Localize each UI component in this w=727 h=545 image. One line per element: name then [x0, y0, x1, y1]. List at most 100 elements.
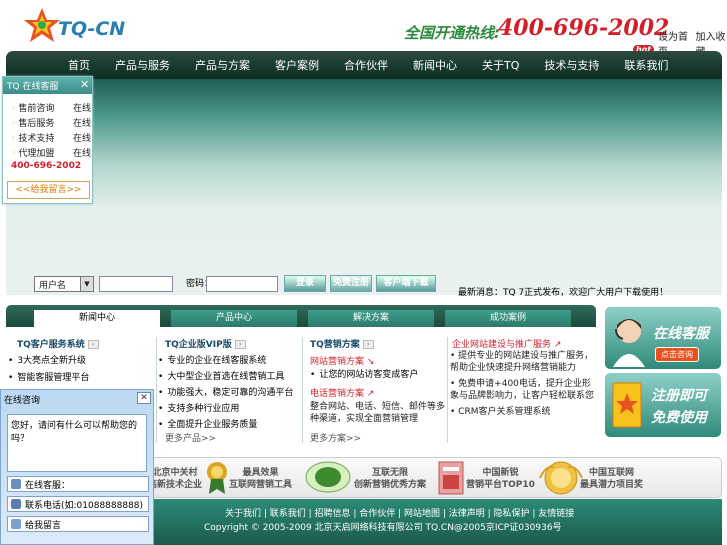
service-row[interactable]: ◦ 技术支持 在线	[11, 131, 91, 144]
chat-row-label: 在线客服：	[25, 480, 71, 491]
arrow-up-right-icon: ↗	[366, 389, 375, 399]
col3-title[interactable]: TQ营销方案 ›	[310, 337, 374, 350]
password-input[interactable]	[206, 276, 278, 292]
login-button[interactable]: 登录	[284, 275, 326, 292]
hotline-number: 400-696-2002	[498, 15, 670, 41]
list-item[interactable]: 智能客服管理平台	[8, 370, 148, 387]
col3-line1-text: 让您的网站访客变成客户	[319, 370, 419, 380]
nav-item-support[interactable]: 技术与支持	[544, 57, 599, 73]
nav-item-cases[interactable]: 客户案例	[275, 57, 319, 73]
status-dot-icon: ◦	[11, 134, 17, 144]
chat-row-label: 给我留言	[25, 520, 62, 531]
list-item-text: CRM客户关系管理系统	[458, 407, 551, 417]
news-ticker[interactable]: 最新消息：TQ 7正式发布，欢迎广大用户下载使用！	[458, 285, 668, 298]
tab-products[interactable]: 产品中心	[171, 310, 297, 327]
more-icon[interactable]: ›	[234, 340, 246, 349]
download-client-button[interactable]: 客户端下载	[376, 275, 436, 292]
nav-item-home[interactable]: 首页	[68, 57, 90, 73]
status-dot-icon: ◦	[11, 104, 17, 114]
leave-message-button[interactable]: <<给我留言>>	[7, 181, 90, 199]
online-service-title: TQ 在线客服	[3, 77, 92, 94]
username-input[interactable]	[99, 276, 173, 292]
banner	[6, 79, 722, 295]
list-item[interactable]: • 提供专业的网站建设与推广服务，帮助企业快速提升网络营销能力	[450, 350, 595, 374]
col1-title-text: TQ客户服务系统	[17, 340, 85, 350]
col2-title-text: TQ企业版VIP版	[165, 340, 232, 350]
award-seal-icon	[305, 461, 351, 496]
status-dot-icon: ◦	[11, 119, 17, 129]
footer-links[interactable]: 关于我们 | 联系我们 | 招聘信息 | 合作伙伴 | 网站地图 | 法律声明 …	[225, 506, 574, 519]
close-icon[interactable]: ✕	[137, 392, 151, 404]
col3-more-link[interactable]: 更多方案>>	[310, 431, 361, 444]
more-icon[interactable]: ›	[87, 340, 99, 349]
service-phone: 400-696-2002	[11, 161, 82, 171]
col4-title[interactable]: 企业网站建设与推广服务 ↗	[452, 337, 561, 350]
online-service-ad[interactable]: 在线客服 点击咨询	[605, 307, 721, 369]
col3-line2[interactable]: 整合网站、电话、短信、邮件等多种渠道，实现全面营销管理	[310, 401, 450, 425]
col3-line1[interactable]: 让您的网站访客变成客户	[310, 367, 450, 384]
chat-name-field[interactable]: 在线客服：	[7, 476, 149, 492]
list-item-text: 免费申请+400电话，提升企业形象与品牌影响力，让客户轻松联系您	[450, 379, 595, 401]
award-line: 最具效果	[242, 468, 279, 478]
login-type-value: 用户名	[39, 280, 67, 291]
service-row[interactable]: ◦ 售后服务 在线	[11, 116, 91, 129]
col4-list: • 提供专业的网站建设与推广服务，帮助企业快速提升网络营销能力 • 免费申请+4…	[450, 350, 595, 418]
col2-list: 专业的企业在线客服系统 大中型企业首选在线营销工具 功能强大，稳定可靠的沟通平台…	[158, 353, 300, 433]
nav-item-partners[interactable]: 合作伙伴	[344, 57, 388, 73]
hotline-label: 全国开通热线:	[404, 24, 500, 42]
list-item[interactable]: • 免费申请+400电话，提升企业形象与品牌影响力，让客户轻松联系您	[450, 378, 595, 402]
col1-title[interactable]: TQ客户服务系统 ›	[17, 337, 99, 350]
award-3: 互联无限创新营销优秀方案	[354, 467, 426, 491]
award-line: 中国互联网	[589, 468, 635, 478]
register-ad[interactable]: 注册即可 免费使用	[605, 373, 721, 437]
list-item[interactable]: 支持多种行业应用	[158, 401, 300, 417]
nav-item-contact[interactable]: 联系我们	[624, 57, 668, 73]
award-line: 互联无限	[372, 468, 409, 478]
nav-item-news[interactable]: 新闻中心	[413, 57, 457, 73]
award-line: 创新营销优秀方案	[354, 480, 427, 490]
award-5: 中国互联网 最具潜力项目奖	[580, 467, 643, 491]
award-line: 中国新锐	[482, 468, 519, 478]
main-nav: 首页 产品与服务 产品与方案 客户案例 合作伙伴 新闻中心 关于TQ 技术与支持…	[6, 51, 722, 79]
tab-solutions[interactable]: 解决方案	[308, 310, 434, 327]
award-line: 互联网营销工具	[229, 480, 293, 490]
tab-news[interactable]: 新闻中心	[34, 310, 160, 327]
service-row[interactable]: ◦ 代理加盟 在线	[11, 146, 91, 159]
register-ad-title1: 注册即可	[651, 388, 707, 404]
consult-button[interactable]: 点击咨询	[655, 347, 699, 362]
arrow-down-right-icon: ↘	[366, 357, 375, 367]
col2-title[interactable]: TQ企业版VIP版 ›	[165, 337, 246, 350]
award-line: 营销平台TOP10	[466, 480, 535, 490]
register-button[interactable]: 免费注册	[330, 275, 372, 292]
col3-title-text: TQ营销方案	[310, 340, 360, 350]
col3-sub1[interactable]: 网站营销方案 ↘	[310, 354, 374, 367]
chat-message-box[interactable]: 您好，请问有什么可以帮助您的吗？	[7, 414, 147, 472]
list-item-text: 提供专业的网站建设与推广服务，帮助企业快速提升网络营销能力	[450, 351, 594, 373]
award-line: 高新技术企业	[148, 480, 203, 490]
chat-phone-field[interactable]: 联系电话(如:01088888888)	[7, 496, 149, 512]
nav-item-products[interactable]: 产品与服务	[115, 57, 170, 73]
chevron-down-icon[interactable]: ▼	[80, 277, 93, 291]
service-row[interactable]: ◦ 售前咨询 在线	[11, 101, 91, 114]
more-icon[interactable]: ›	[362, 340, 374, 349]
list-item[interactable]: 3大亮点全新升级	[8, 353, 148, 370]
list-item[interactable]: • CRM客户关系管理系统	[450, 406, 595, 418]
chat-message-field[interactable]: 给我留言	[7, 516, 149, 532]
service-row-status: 在线	[72, 119, 91, 129]
register-ad-title2: 免费使用	[651, 410, 707, 426]
list-item[interactable]: 功能强大，稳定可靠的沟通平台	[158, 385, 300, 401]
list-item[interactable]: 专业的企业在线客服系统	[158, 353, 300, 369]
close-icon[interactable]: ✕	[80, 78, 89, 91]
service-row-status: 在线	[72, 104, 91, 114]
tab-cases[interactable]: 成功案例	[445, 310, 571, 327]
award-1: 北京中关村 高新技术企业	[148, 467, 202, 491]
login-type-select[interactable]: 用户名 ▼	[34, 276, 94, 292]
list-item[interactable]: 大中型企业首选在线营销工具	[158, 369, 300, 385]
nav-item-solutions[interactable]: 产品与方案	[195, 57, 250, 73]
phone-icon	[11, 499, 21, 509]
chat-title: 在线咨询	[4, 396, 41, 406]
award-medal-icon	[538, 461, 584, 498]
nav-item-about[interactable]: 关于TQ	[482, 57, 519, 73]
col3-sub2[interactable]: 电话营销方案 ↗	[310, 386, 374, 399]
col2-more-link[interactable]: 更多产品>>	[165, 431, 216, 444]
